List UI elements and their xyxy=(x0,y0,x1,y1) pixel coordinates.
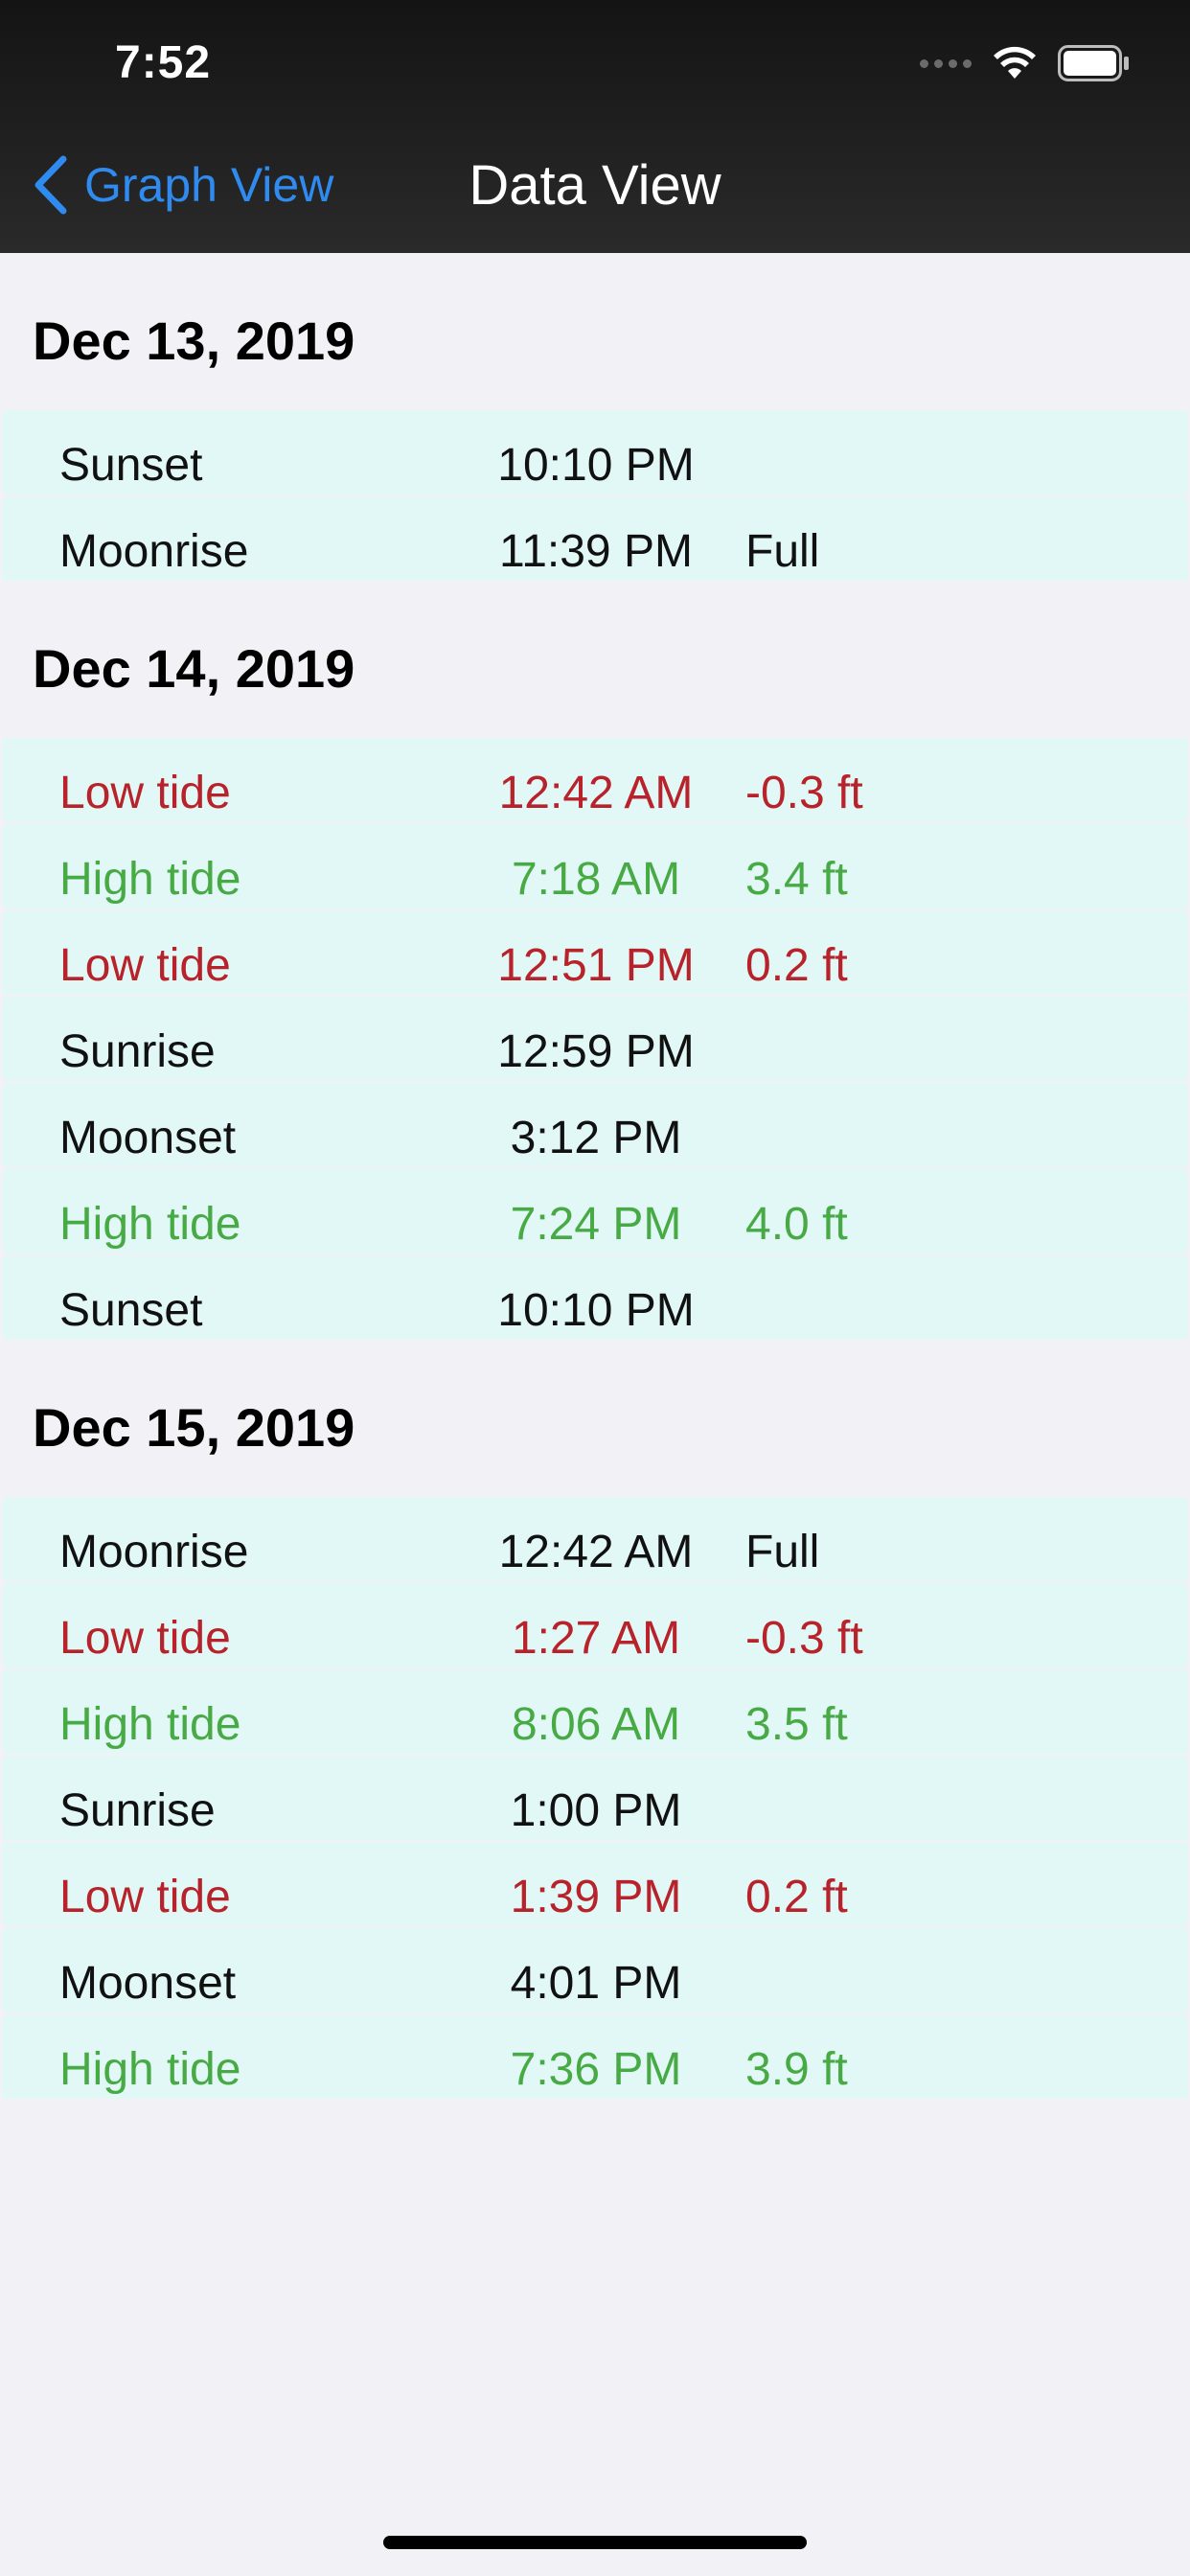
event-time: 3:12 PM xyxy=(510,1113,682,1163)
table-row[interactable]: High tide 7:24 PM 4.0 ft xyxy=(2,1169,1188,1254)
page-title: Data View xyxy=(469,154,721,217)
status-time: 7:52 xyxy=(115,37,212,88)
data-list: Dec 13, 2019 Sunset 10:10 PM Moonrise 11:39 … xyxy=(0,253,1190,2101)
event-label: High tide xyxy=(59,854,241,905)
event-time: 1:27 AM xyxy=(511,1613,681,1664)
table-row[interactable]: Moonset 4:01 PM xyxy=(2,1928,1188,2012)
event-time: 1:39 PM xyxy=(510,1872,682,1922)
event-time: 11:39 PM xyxy=(499,526,693,577)
event-extra: 3.5 ft xyxy=(745,1699,848,1750)
table-row[interactable]: Low tide 12:42 AM -0.3 ft xyxy=(2,738,1188,822)
section-header: Dec 15, 2019 xyxy=(33,1397,355,1458)
table-row[interactable]: Low tide 1:39 PM 0.2 ft xyxy=(2,1842,1188,1926)
event-label: Moonrise xyxy=(59,526,249,577)
table-row[interactable]: Low tide 12:51 PM 0.2 ft xyxy=(2,910,1188,995)
event-label: Low tide xyxy=(59,1872,231,1922)
event-extra: 3.4 ft xyxy=(745,854,848,905)
table-row[interactable]: High tide 7:18 AM 3.4 ft xyxy=(2,824,1188,908)
event-time: 7:24 PM xyxy=(510,1199,682,1250)
event-label: Low tide xyxy=(59,1613,231,1664)
table-row[interactable]: High tide 8:06 AM 3.5 ft xyxy=(2,1669,1188,1754)
event-time: 1:00 PM xyxy=(510,1785,682,1836)
event-extra: Full xyxy=(745,526,820,577)
wifi-icon xyxy=(994,46,1036,79)
event-label: Moonset xyxy=(59,1958,237,2009)
table-row[interactable]: Sunrise 12:59 PM xyxy=(2,997,1188,1081)
event-extra: -0.3 ft xyxy=(745,768,863,818)
event-extra: 4.0 ft xyxy=(745,1199,848,1250)
status-icons xyxy=(920,44,1131,82)
battery-icon xyxy=(1058,45,1129,81)
event-time: 12:51 PM xyxy=(497,940,695,991)
event-extra: 3.9 ft xyxy=(745,2044,848,2095)
event-extra: 0.2 ft xyxy=(745,1872,848,1922)
event-time: 12:42 AM xyxy=(498,768,694,818)
table-row[interactable]: Sunset 10:10 PM xyxy=(2,1255,1188,1340)
event-label: Moonrise xyxy=(59,1527,249,1577)
section-header: Dec 13, 2019 xyxy=(33,310,355,371)
table-row[interactable]: Low tide 1:27 AM -0.3 ft xyxy=(2,1583,1188,1668)
event-time: 10:10 PM xyxy=(497,440,695,491)
event-label: Low tide xyxy=(59,940,231,991)
event-label: Sunrise xyxy=(59,1785,216,1836)
table-row[interactable]: Moonrise 11:39 PM Full xyxy=(2,496,1188,581)
event-time: 8:06 AM xyxy=(511,1699,681,1750)
home-indicator[interactable] xyxy=(383,2536,807,2549)
event-extra: 0.2 ft xyxy=(745,940,848,991)
event-label: Low tide xyxy=(59,768,231,818)
event-time: 12:42 AM xyxy=(498,1527,694,1577)
event-label: Moonset xyxy=(59,1113,237,1163)
event-label: High tide xyxy=(59,2044,241,2095)
event-label: Sunset xyxy=(59,1285,203,1336)
event-time: 7:18 AM xyxy=(511,854,681,905)
section-header: Dec 14, 2019 xyxy=(33,638,355,699)
event-extra: -0.3 ft xyxy=(745,1613,863,1664)
table-row[interactable]: Moonset 3:12 PM xyxy=(2,1083,1188,1167)
event-time: 4:01 PM xyxy=(510,1958,682,2009)
table-row[interactable]: Sunset 10:10 PM xyxy=(2,410,1188,494)
event-time: 7:36 PM xyxy=(510,2044,682,2095)
event-label: Sunset xyxy=(59,440,203,491)
event-label: High tide xyxy=(59,1699,241,1750)
event-extra: Full xyxy=(745,1527,820,1577)
event-time: 12:59 PM xyxy=(497,1026,695,1077)
event-time: 10:10 PM xyxy=(497,1285,695,1336)
signal-dots-icon xyxy=(920,58,972,68)
event-label: High tide xyxy=(59,1199,241,1250)
table-row[interactable]: Moonrise 12:42 AM Full xyxy=(2,1497,1188,1581)
table-row[interactable]: Sunrise 1:00 PM xyxy=(2,1756,1188,1840)
event-label: Sunrise xyxy=(59,1026,216,1077)
table-row[interactable]: High tide 7:36 PM 3.9 ft xyxy=(2,2014,1188,2099)
navigation-bar: 7:52 Graph View Data View xyxy=(0,0,1190,253)
